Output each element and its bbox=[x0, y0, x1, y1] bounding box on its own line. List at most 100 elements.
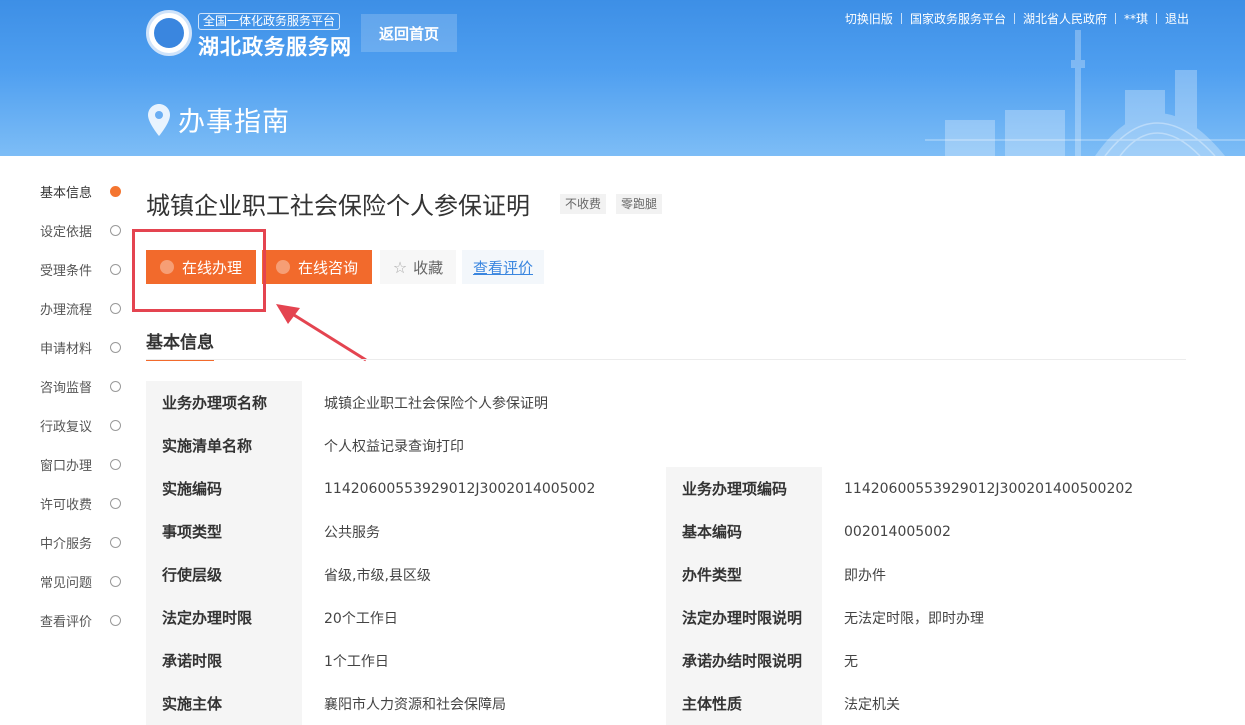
favorite-button[interactable]: ☆ 收藏 bbox=[380, 250, 456, 284]
nav-dot-icon bbox=[110, 342, 121, 353]
page-title-area: 办事指南 bbox=[148, 100, 290, 139]
location-pin-icon bbox=[148, 103, 170, 136]
sidenav-item-legal-basis[interactable]: 设定依据 bbox=[40, 211, 130, 250]
sidenav-item-label: 查看评价 bbox=[40, 615, 93, 630]
sidenav-item-label: 中介服务 bbox=[40, 537, 93, 552]
sidenav-item-process[interactable]: 办理流程 bbox=[40, 289, 130, 328]
nav-dot-icon bbox=[110, 264, 121, 275]
nav-dot-icon bbox=[110, 459, 121, 470]
field-label: 承诺时限 bbox=[146, 639, 302, 682]
field-value: 省级,市级,县区级 bbox=[324, 567, 431, 584]
logo-emblem-icon[interactable] bbox=[146, 10, 192, 56]
field-label: 业务办理项编码 bbox=[666, 467, 822, 510]
sidenav-item-basic-info[interactable]: 基本信息 bbox=[40, 172, 130, 211]
sidenav-item-window-service[interactable]: 窗口办理 bbox=[40, 445, 130, 484]
basic-info-table: 业务办理项名称 城镇企业职工社会保险个人参保证明 实施清单名称 个人权益记录查询… bbox=[146, 381, 1186, 725]
field-value: 即办件 bbox=[844, 567, 886, 584]
sidenav-item-label: 基本信息 bbox=[40, 186, 93, 201]
field-label: 办件类型 bbox=[666, 553, 822, 596]
nav-dot-icon bbox=[110, 498, 121, 509]
table-row: 实施主体 襄阳市人力资源和社会保障局 主体性质 法定机关 bbox=[146, 682, 1186, 725]
back-home-button[interactable]: 返回首页 bbox=[361, 14, 457, 52]
sidenav-item-label: 咨询监督 bbox=[40, 381, 93, 396]
nav-dot-icon bbox=[110, 420, 121, 431]
view-reviews-link[interactable]: 查看评价 bbox=[462, 250, 544, 284]
side-navigation: 基本信息 设定依据 受理条件 办理流程 申请材料 咨询监督 行政复议 窗口办理 … bbox=[40, 172, 130, 640]
field-label: 法定办理时限 bbox=[146, 596, 302, 639]
sidenav-item-intermediary[interactable]: 中介服务 bbox=[40, 523, 130, 562]
sidenav-item-consult-supervision[interactable]: 咨询监督 bbox=[40, 367, 130, 406]
logout-link[interactable]: 退出 bbox=[1157, 10, 1197, 27]
logo-subtitle: 全国一体化政务服务平台 bbox=[198, 13, 341, 30]
sidenav-item-label: 窗口办理 bbox=[40, 459, 93, 474]
field-value: 20个工作日 bbox=[324, 610, 398, 627]
field-label: 实施清单名称 bbox=[146, 424, 302, 467]
online-consult-button[interactable]: 在线咨询 bbox=[262, 250, 372, 284]
nav-dot-icon bbox=[110, 537, 121, 548]
logo-title[interactable]: 湖北政务服务网 bbox=[198, 31, 352, 61]
table-row: 事项类型 公共服务 基本编码 002014005002 bbox=[146, 510, 1186, 553]
sidenav-item-label: 设定依据 bbox=[40, 225, 93, 240]
sidenav-item-fees[interactable]: 许可收费 bbox=[40, 484, 130, 523]
sidenav-item-reviews[interactable]: 查看评价 bbox=[40, 601, 130, 640]
nav-dot-active-icon bbox=[110, 186, 121, 197]
tag-no-fee: 不收费 bbox=[560, 193, 607, 214]
field-label: 承诺办结时限说明 bbox=[666, 639, 822, 682]
field-value: 个人权益记录查询打印 bbox=[324, 438, 464, 455]
tag-zero-visit: 零跑腿 bbox=[616, 193, 663, 214]
field-label: 实施编码 bbox=[146, 467, 302, 510]
nav-dot-icon bbox=[110, 615, 121, 626]
sidenav-item-label: 行政复议 bbox=[40, 420, 93, 435]
nav-dot-icon bbox=[110, 576, 121, 587]
field-value: 法定机关 bbox=[844, 696, 900, 713]
table-row: 实施编码 11420600553929012J3002014005002 业务办… bbox=[146, 467, 1186, 510]
annotation-highlight-box bbox=[132, 229, 266, 312]
section-heading-basic-info: 基本信息 bbox=[146, 328, 214, 361]
favorite-label: 收藏 bbox=[413, 258, 444, 277]
service-title-row: 城镇企业职工社会保险个人参保证明 不收费 零跑腿 bbox=[146, 186, 663, 221]
field-label: 法定办理时限说明 bbox=[666, 596, 822, 639]
national-platform-link[interactable]: 国家政务服务平台 bbox=[902, 10, 1014, 27]
field-value: 城镇企业职工社会保险个人参保证明 bbox=[324, 395, 548, 412]
sidenav-item-label: 申请材料 bbox=[40, 342, 93, 357]
table-row: 法定办理时限 20个工作日 法定办理时限说明 无法定时限，即时办理 bbox=[146, 596, 1186, 639]
switch-old-version-link[interactable]: 切换旧版 bbox=[837, 10, 901, 27]
consult-icon bbox=[275, 260, 290, 274]
sidenav-item-label: 受理条件 bbox=[40, 264, 93, 279]
section-divider bbox=[146, 359, 1186, 360]
table-row: 行使层级 省级,市级,县区级 办件类型 即办件 bbox=[146, 553, 1186, 596]
table-row: 实施清单名称 个人权益记录查询打印 bbox=[146, 424, 1186, 467]
field-value: 襄阳市人力资源和社会保障局 bbox=[324, 696, 506, 713]
service-title: 城镇企业职工社会保险个人参保证明 bbox=[146, 192, 530, 220]
field-label: 实施主体 bbox=[146, 682, 302, 725]
field-value: 1个工作日 bbox=[324, 653, 389, 670]
field-value: 002014005002 bbox=[844, 523, 951, 540]
field-label: 主体性质 bbox=[666, 682, 822, 725]
nav-dot-icon bbox=[110, 381, 121, 392]
field-label: 基本编码 bbox=[666, 510, 822, 553]
field-label: 业务办理项名称 bbox=[146, 381, 302, 424]
header-banner: 全国一体化政务服务平台 湖北政务服务网 返回首页 切换旧版 国家政务服务平台 湖… bbox=[0, 0, 1245, 156]
field-value: 11420600553929012J3002014005002 bbox=[324, 480, 596, 497]
table-row: 业务办理项名称 城镇企业职工社会保险个人参保证明 bbox=[146, 381, 1186, 424]
star-icon: ☆ bbox=[392, 257, 408, 277]
page-title: 办事指南 bbox=[178, 107, 290, 138]
sidenav-item-label: 许可收费 bbox=[40, 498, 93, 513]
user-name-link[interactable]: **琪 bbox=[1116, 10, 1156, 27]
nav-dot-icon bbox=[110, 303, 121, 314]
field-value: 公共服务 bbox=[324, 524, 380, 541]
provincial-government-link[interactable]: 湖北省人民政府 bbox=[1015, 10, 1115, 27]
nav-dot-icon bbox=[110, 225, 121, 236]
top-links: 切换旧版 国家政务服务平台 湖北省人民政府 **琪 退出 bbox=[837, 10, 1197, 27]
field-value: 无法定时限，即时办理 bbox=[844, 610, 984, 627]
field-value: 11420600553929012J300201400500202 bbox=[844, 480, 1134, 497]
table-row: 承诺时限 1个工作日 承诺办结时限说明 无 bbox=[146, 639, 1186, 682]
sidenav-item-label: 办理流程 bbox=[40, 303, 93, 318]
field-label: 事项类型 bbox=[146, 510, 302, 553]
sidenav-item-admin-review[interactable]: 行政复议 bbox=[40, 406, 130, 445]
sidenav-item-faq[interactable]: 常见问题 bbox=[40, 562, 130, 601]
annotation-arrow-icon bbox=[276, 304, 367, 362]
field-label: 行使层级 bbox=[146, 553, 302, 596]
sidenav-item-materials[interactable]: 申请材料 bbox=[40, 328, 130, 367]
sidenav-item-acceptance-conditions[interactable]: 受理条件 bbox=[40, 250, 130, 289]
